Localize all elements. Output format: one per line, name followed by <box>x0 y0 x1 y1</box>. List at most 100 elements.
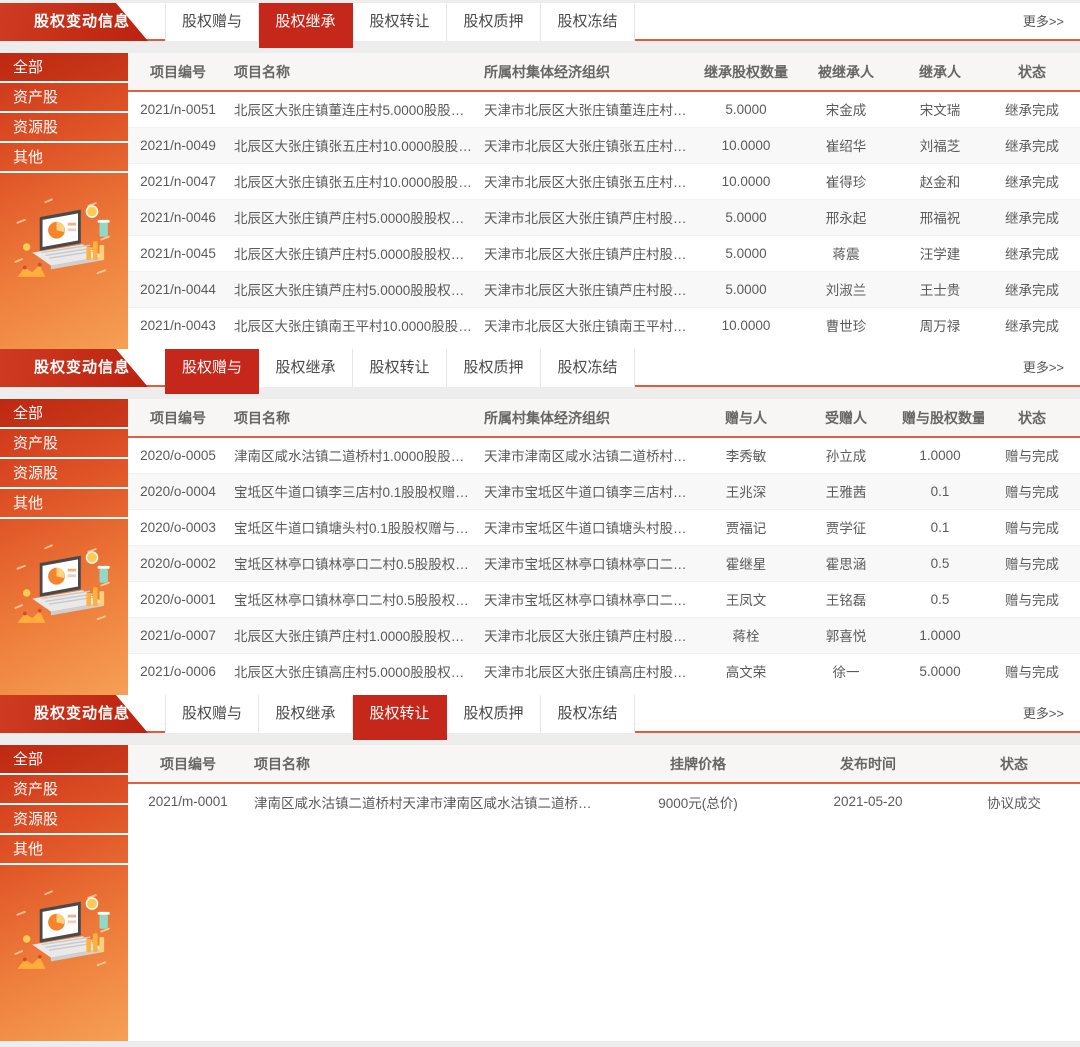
section-banner-label: 股权变动信息 <box>34 359 130 376</box>
table-cell: 宝坻区牛道口镇李三店村0.1股股权赠与项目 <box>228 473 478 509</box>
tab-股权质押[interactable]: 股权质押 <box>447 695 541 733</box>
equity-change-section: 股权变动信息 股权赠与股权继承股权转让股权质押股权冻结 更多>> 全部资产股资源… <box>0 695 1080 1041</box>
tab-股权赠与[interactable]: 股权赠与 <box>165 349 259 394</box>
table-cell: 天津市北辰区大张庄镇张五庄村股... <box>478 163 696 199</box>
table-cell: 2020/o-0002 <box>128 545 228 581</box>
table-cell: 李秀敏 <box>696 437 796 473</box>
table-cell: 赠与完成 <box>984 437 1080 473</box>
tab-股权转让[interactable]: 股权转让 <box>353 349 447 387</box>
tab-group: 股权赠与股权继承股权转让股权质押股权冻结 <box>165 3 635 41</box>
table-row[interactable]: 2021/n-0044北辰区大张庄镇芦庄村5.0000股股权继承...天津市北辰… <box>128 271 1080 307</box>
table-cell: 宝坻区牛道口镇塘头村0.1股股权赠与项目 <box>228 509 478 545</box>
tab-股权赠与[interactable]: 股权赠与 <box>165 3 259 41</box>
column-header: 所属村集体经济组织 <box>478 399 696 437</box>
column-header: 项目名称 <box>228 399 478 437</box>
table-row[interactable]: 2021/n-0049北辰区大张庄镇张五庄村10.0000股股权继...天津市北… <box>128 127 1080 163</box>
column-header: 所属村集体经济组织 <box>478 53 696 91</box>
table-cell: 继承完成 <box>984 199 1080 235</box>
tab-股权冻结[interactable]: 股权冻结 <box>541 349 635 387</box>
tab-股权冻结[interactable]: 股权冻结 <box>541 695 635 733</box>
sidebar-item-资源股[interactable]: 资源股 <box>0 459 128 489</box>
table-cell: 天津市北辰区大张庄镇芦庄村股份... <box>478 617 696 653</box>
table-cell: 赠与完成 <box>984 581 1080 617</box>
table-cell: 邢永起 <box>796 199 896 235</box>
sidebar-item-全部[interactable]: 全部 <box>0 399 128 429</box>
table-cell: 宝坻区林亭口镇林亭口二村0.5股股权赠与... <box>228 545 478 581</box>
table-row[interactable]: 2020/o-0005津南区咸水沽镇二道桥村1.0000股股权赠...天津市津南… <box>128 437 1080 473</box>
sidebar-item-全部[interactable]: 全部 <box>0 745 128 775</box>
tab-股权继承[interactable]: 股权继承 <box>259 3 353 48</box>
sidebar-item-资产股[interactable]: 资产股 <box>0 429 128 459</box>
table-row[interactable]: 2021/n-0047北辰区大张庄镇张五庄村10.0000股股权继...天津市北… <box>128 163 1080 199</box>
more-link[interactable]: 更多>> <box>1023 349 1064 387</box>
table-row[interactable]: 2021/o-0007北辰区大张庄镇芦庄村1.0000股股权赠与...天津市北辰… <box>128 617 1080 653</box>
table-cell: 孙立成 <box>796 437 896 473</box>
tab-股权继承[interactable]: 股权继承 <box>259 349 353 387</box>
sidebar-item-资产股[interactable]: 资产股 <box>0 83 128 113</box>
sidebar-item-资产股[interactable]: 资产股 <box>0 775 128 805</box>
column-header: 赠与人 <box>696 399 796 437</box>
tab-group: 股权赠与股权继承股权转让股权质押股权冻结 <box>165 695 635 733</box>
table-cell: 宝坻区林亭口镇林亭口二村0.5股股权赠与... <box>228 581 478 617</box>
tab-股权冻结[interactable]: 股权冻结 <box>541 3 635 41</box>
table-cell: 2021/n-0046 <box>128 199 228 235</box>
table-cell: 继承完成 <box>984 91 1080 127</box>
table-row[interactable]: 2020/o-0004宝坻区牛道口镇李三店村0.1股股权赠与项目天津市宝坻区牛道… <box>128 473 1080 509</box>
table-cell: 2021/n-0044 <box>128 271 228 307</box>
table-cell: 王铭磊 <box>796 581 896 617</box>
column-header: 继承股权数量 <box>696 53 796 91</box>
table-row[interactable]: 2021/n-0046北辰区大张庄镇芦庄村5.0000股股权继承...天津市北辰… <box>128 199 1080 235</box>
section-banner: 股权变动信息 <box>0 3 152 41</box>
tab-股权转让[interactable]: 股权转让 <box>353 3 447 41</box>
tab-股权赠与[interactable]: 股权赠与 <box>165 695 259 733</box>
table-row[interactable]: 2021/n-0043北辰区大张庄镇南王平村10.0000股股权继...天津市北… <box>128 307 1080 343</box>
sidebar-item-其他[interactable]: 其他 <box>0 143 128 173</box>
table-cell: 刘福芝 <box>896 127 984 163</box>
data-table: 项目编号项目名称所属村集体经济组织赠与人受赠人赠与股权数量状态 2020/o-0… <box>128 399 1080 689</box>
tab-股权质押[interactable]: 股权质押 <box>447 3 541 41</box>
table-row[interactable]: 2020/o-0001宝坻区林亭口镇林亭口二村0.5股股权赠与...天津市宝坻区… <box>128 581 1080 617</box>
table-row[interactable]: 2021/n-0051北辰区大张庄镇董连庄村5.0000股股权继...天津市北辰… <box>128 91 1080 127</box>
sidebar-item-全部[interactable]: 全部 <box>0 53 128 83</box>
category-sidebar: 全部资产股资源股其他 <box>0 53 128 349</box>
section-banner-label: 股权变动信息 <box>34 13 130 30</box>
more-link[interactable]: 更多>> <box>1023 695 1064 733</box>
section-banner-label: 股权变动信息 <box>34 705 130 722</box>
table-cell: 崔得珍 <box>796 163 896 199</box>
table-row[interactable]: 2020/o-0003宝坻区牛道口镇塘头村0.1股股权赠与项目天津市宝坻区牛道口… <box>128 509 1080 545</box>
section-body: 全部资产股资源股其他 <box>0 53 1080 349</box>
column-header: 状态 <box>984 399 1080 437</box>
table-row[interactable]: 2021/m-0001津南区咸水沽镇二道桥村天津市津南区咸水沽镇二道桥村股份经.… <box>128 783 1080 819</box>
sidebar-item-其他[interactable]: 其他 <box>0 489 128 519</box>
table-cell: 邢福祝 <box>896 199 984 235</box>
table-row[interactable]: 2021/o-0006北辰区大张庄镇高庄村5.0000股股权赠与...天津市北辰… <box>128 653 1080 689</box>
table-cell: 蒋震 <box>796 235 896 271</box>
table-cell: 2021/o-0006 <box>128 653 228 689</box>
table-cell: 2020/o-0001 <box>128 581 228 617</box>
tab-股权继承[interactable]: 股权继承 <box>259 695 353 733</box>
table-cell: 继承完成 <box>984 163 1080 199</box>
sidebar-item-其他[interactable]: 其他 <box>0 835 128 865</box>
table-cell: 徐一 <box>796 653 896 689</box>
sidebar-item-资源股[interactable]: 资源股 <box>0 805 128 835</box>
table-cell: 刘淑兰 <box>796 271 896 307</box>
table-row[interactable]: 2021/n-0045北辰区大张庄镇芦庄村5.0000股股权继承...天津市北辰… <box>128 235 1080 271</box>
table-cell: 天津市北辰区大张庄镇南王平村股... <box>478 307 696 343</box>
table-cell: 0.1 <box>896 509 984 545</box>
table-cell: 津南区咸水沽镇二道桥村天津市津南区咸水沽镇二道桥村股份经... <box>248 783 608 819</box>
table-cell: 北辰区大张庄镇芦庄村5.0000股股权继承... <box>228 199 478 235</box>
table-cell: 2020/o-0003 <box>128 509 228 545</box>
column-header: 状态 <box>948 745 1080 783</box>
table-cell: 津南区咸水沽镇二道桥村1.0000股股权赠... <box>228 437 478 473</box>
sidebar-item-资源股[interactable]: 资源股 <box>0 113 128 143</box>
table-cell: 赠与完成 <box>984 653 1080 689</box>
tab-股权质押[interactable]: 股权质押 <box>447 349 541 387</box>
section-body: 全部资产股资源股其他 <box>0 399 1080 695</box>
more-link[interactable]: 更多>> <box>1023 3 1064 41</box>
table-cell: 5.0000 <box>696 271 796 307</box>
column-header: 继承人 <box>896 53 984 91</box>
table-cell: 1.0000 <box>896 617 984 653</box>
table-row[interactable]: 2020/o-0002宝坻区林亭口镇林亭口二村0.5股股权赠与...天津市宝坻区… <box>128 545 1080 581</box>
table-cell: 天津市北辰区大张庄镇高庄村股份... <box>478 653 696 689</box>
tab-股权转让[interactable]: 股权转让 <box>353 695 447 740</box>
